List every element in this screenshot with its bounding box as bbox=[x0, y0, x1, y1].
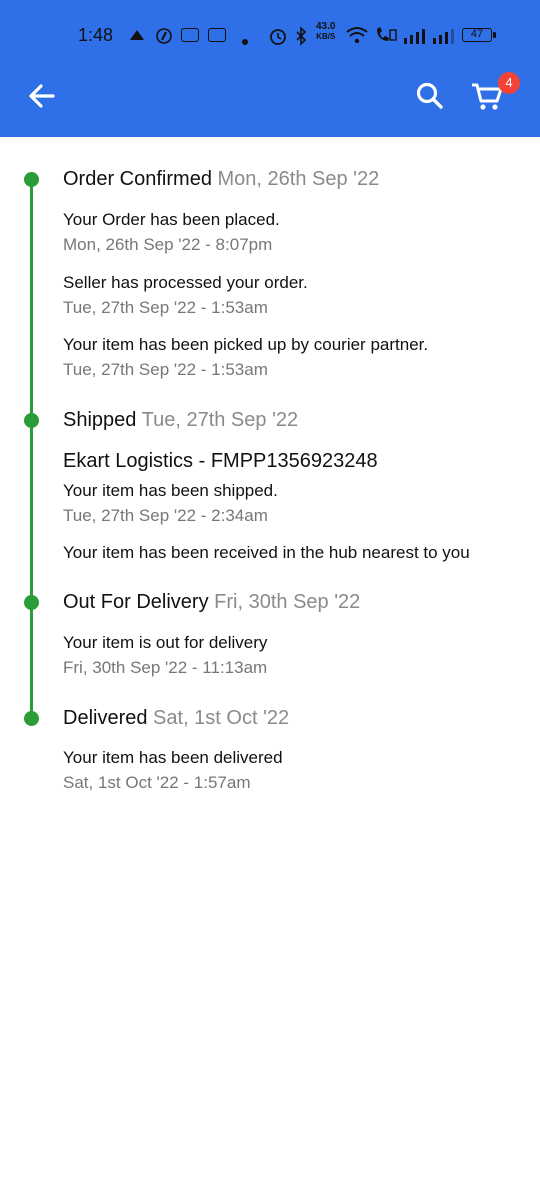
timeline-event: Your item has been delivered Sat, 1st Oc… bbox=[63, 748, 283, 792]
timeline-event: Your item has been shipped. Tue, 27th Se… bbox=[63, 481, 278, 525]
timeline-event: Your item has been received in the hub n… bbox=[63, 543, 470, 562]
section-title-order-confirmed: Order Confirmed Mon, 26th Sep '22 bbox=[63, 168, 380, 190]
back-arrow-icon[interactable] bbox=[26, 80, 58, 112]
wifi-calling-icon bbox=[374, 26, 398, 49]
timeline-event: Your Order has been placed. Mon, 26th Se… bbox=[63, 210, 280, 254]
app-notification-icon-2 bbox=[181, 28, 199, 42]
bluetooth-icon bbox=[294, 26, 308, 51]
section-title-delivered: Delivered Sat, 1st Oct '22 bbox=[63, 707, 290, 729]
app-bar bbox=[0, 52, 540, 137]
signal-icon-2 bbox=[433, 28, 455, 49]
battery-indicator: 47 bbox=[462, 28, 496, 42]
wifi-icon bbox=[346, 26, 368, 49]
app-notification-icon bbox=[156, 28, 172, 49]
signal-icon bbox=[404, 28, 426, 49]
timeline-event: Your item is out for delivery Fri, 30th … bbox=[63, 633, 268, 677]
status-bar: 1:48 43.0 KB/S 47 bbox=[0, 0, 540, 52]
search-icon[interactable] bbox=[414, 80, 446, 112]
courier-tracking-id: Ekart Logistics - FMPP1356923248 bbox=[63, 450, 378, 472]
timeline-line bbox=[30, 180, 33, 719]
timeline-dot bbox=[24, 172, 39, 187]
section-title-shipped: Shipped Tue, 27th Sep '22 bbox=[63, 409, 299, 431]
timeline-dot bbox=[24, 595, 39, 610]
more-notifications-dot-icon bbox=[242, 32, 248, 50]
network-speed: 43.0 KB/S bbox=[316, 21, 336, 42]
android-auto-icon bbox=[128, 28, 146, 47]
section-title-out-for-delivery: Out For Delivery Fri, 30th Sep '22 bbox=[63, 591, 361, 613]
timeline-dot bbox=[24, 711, 39, 726]
timeline-event: Your item has been picked up by courier … bbox=[63, 335, 429, 379]
timeline-dot bbox=[24, 413, 39, 428]
cart-count-badge: 4 bbox=[498, 72, 520, 94]
status-time: 1:48 bbox=[78, 25, 114, 45]
app-notification-icon-3 bbox=[208, 28, 226, 42]
timeline-event: Seller has processed your order. Tue, 27… bbox=[63, 273, 308, 317]
alarm-icon bbox=[268, 26, 288, 51]
